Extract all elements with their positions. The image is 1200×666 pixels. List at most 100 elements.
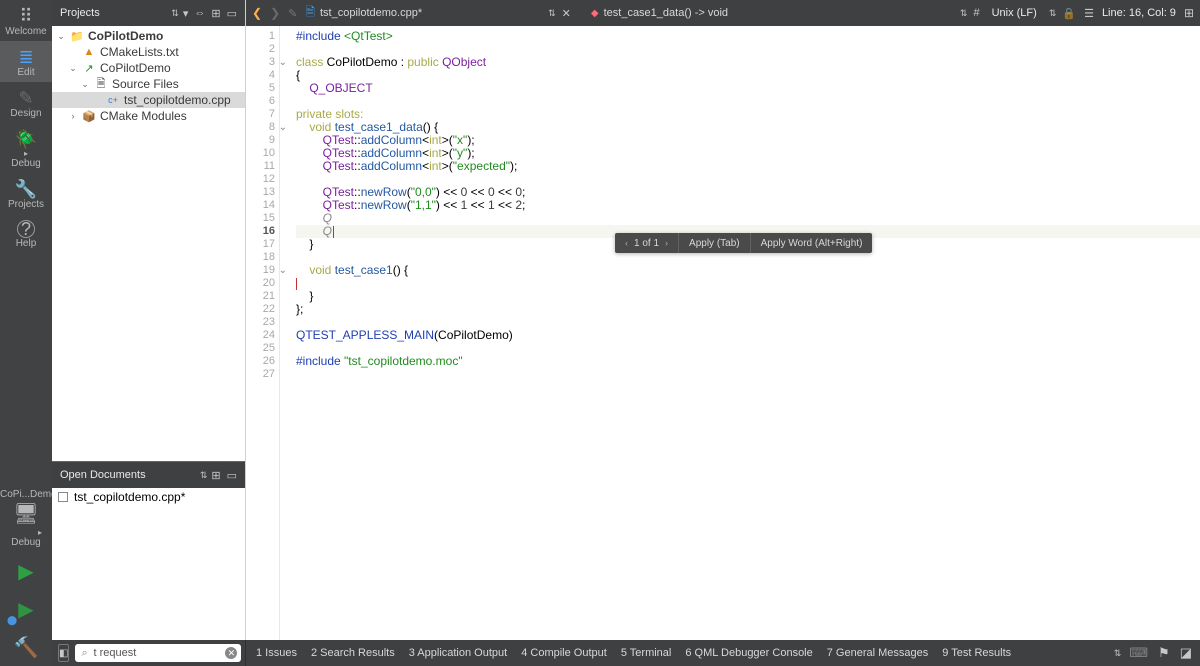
code-area[interactable]: #include <QtTest> class CoPilotDemo : pu…	[280, 26, 1200, 666]
file-selector[interactable]: 🗎 tst_copilotdemo.cpp*	[305, 3, 422, 24]
split-icon[interactable]: ⊞	[211, 469, 220, 482]
pane-selector-icon[interactable]: ⇅	[1114, 648, 1120, 659]
line-number[interactable]: 8	[246, 121, 275, 134]
line-col-indicator[interactable]: Line: 16, Col: 9	[1102, 7, 1176, 19]
line-number[interactable]: 1	[246, 30, 275, 43]
rail-sub: ▸	[0, 149, 52, 158]
line-number[interactable]: 18	[246, 251, 275, 264]
copilot-suggestion-popup: ‹1 of 1› Apply (Tab) Apply Word (Alt+Rig…	[615, 233, 872, 253]
line-number[interactable]: 19	[246, 264, 275, 277]
line-number[interactable]: 12	[246, 173, 275, 186]
close-file-button[interactable]: ✕	[562, 7, 571, 20]
line-number[interactable]: 20	[246, 277, 275, 290]
line-ending[interactable]: Unix (LF)	[988, 7, 1041, 19]
line-number[interactable]: 15	[246, 212, 275, 225]
nav-back-button[interactable]: ❮	[252, 6, 262, 20]
output-pane-tab[interactable]: 7 General Messages	[827, 647, 929, 659]
cmake-icon: ▲	[82, 46, 96, 58]
output-pane-tab[interactable]: 9 Test Results	[942, 647, 1011, 659]
rail-help[interactable]: ?Help	[0, 214, 52, 253]
output-pane-tab[interactable]: 4 Compile Output	[521, 647, 607, 659]
line-number[interactable]: 9	[246, 134, 275, 147]
next-suggestion-icon[interactable]: ›	[665, 238, 668, 248]
rail-projects[interactable]: 🔧Projects	[0, 173, 52, 214]
files-icon: 🗎	[94, 75, 108, 94]
output-pane-tab[interactable]: 1 Issues	[256, 647, 297, 659]
apply-suggestion-button[interactable]: Apply (Tab)	[679, 233, 750, 253]
toggle-right-panel-icon[interactable]: ◪	[1180, 645, 1192, 661]
outline-icon[interactable]: ☰	[1084, 7, 1094, 20]
line-number[interactable]: 7	[246, 108, 275, 121]
tree-source-files[interactable]: ⌄🗎Source Files	[52, 76, 245, 92]
filter-icon[interactable]: ▾	[183, 7, 189, 20]
run-button[interactable]: ▶	[0, 552, 52, 590]
hash-button[interactable]: #	[973, 7, 979, 19]
line-number[interactable]: 2	[246, 43, 275, 56]
editor-body[interactable]: 1234567891011121314151617181920212223242…	[246, 26, 1200, 666]
rail-debug[interactable]: 🪲 ▸Debug	[0, 123, 52, 173]
line-number[interactable]: 5	[246, 82, 275, 95]
open-doc-item[interactable]: tst_copilotdemo.cpp*	[52, 488, 245, 506]
sort-icon[interactable]: ⇅	[200, 470, 206, 481]
file-list-icon[interactable]: ⇅	[548, 8, 554, 19]
flag-icon[interactable]: ⚑	[1158, 645, 1170, 661]
line-number[interactable]: 24	[246, 329, 275, 342]
output-pane-tab[interactable]: 5 Terminal	[621, 647, 672, 659]
file-name: tst_copilotdemo.cpp*	[320, 7, 422, 19]
tree-project-root[interactable]: ⌄📁CoPilotDemo	[52, 28, 245, 44]
text-cursor	[333, 226, 334, 238]
line-number[interactable]: 25	[246, 342, 275, 355]
output-pane-tab[interactable]: 2 Search Results	[311, 647, 395, 659]
line-number[interactable]: 16	[246, 225, 275, 238]
line-number[interactable]: 13	[246, 186, 275, 199]
line-number[interactable]: 3	[246, 56, 275, 69]
line-number[interactable]: 11	[246, 160, 275, 173]
cpp-file-icon: 🗎	[305, 3, 315, 24]
tree-target[interactable]: ⌄↗CoPilotDemo	[52, 60, 245, 76]
line-number[interactable]: 10	[246, 147, 275, 160]
encoding-list-icon[interactable]: ⇅	[1049, 8, 1055, 19]
locator-input[interactable]	[75, 644, 241, 662]
kit-selector[interactable]: CoPi...Demo 🖥 ▸ Debug	[0, 485, 52, 552]
line-number[interactable]: 4	[246, 69, 275, 82]
prev-suggestion-icon[interactable]: ‹	[625, 238, 628, 248]
split-icon[interactable]: ⊞	[211, 7, 220, 20]
run-debug-button[interactable]: ▶⬤	[0, 590, 52, 628]
line-number[interactable]: 14	[246, 199, 275, 212]
link-icon[interactable]: ⇔	[194, 7, 205, 19]
keyboard-icon[interactable]: ⌨	[1129, 645, 1148, 661]
line-number[interactable]: 23	[246, 316, 275, 329]
rail-label: Welcome	[0, 26, 52, 37]
collapse-icon[interactable]: ▭	[227, 7, 237, 20]
output-pane-tab[interactable]: 6 QML Debugger Console	[685, 647, 812, 659]
symbol-selector[interactable]: ◆ test_case1_data() -> void	[591, 7, 728, 19]
help-icon: ?	[17, 220, 35, 238]
gutter[interactable]: 1234567891011121314151617181920212223242…	[246, 26, 280, 666]
line-number[interactable]: 22	[246, 303, 275, 316]
line-number[interactable]: 6	[246, 95, 275, 108]
line-number[interactable]: 26	[246, 355, 275, 368]
tree-label: Source Files	[112, 77, 179, 91]
sort-icon[interactable]: ⇅	[171, 8, 177, 19]
line-number[interactable]: 17	[246, 238, 275, 251]
symbol-list-icon[interactable]: ⇅	[960, 8, 966, 19]
line-number[interactable]: 21	[246, 290, 275, 303]
split-editor-icon[interactable]: ⊞	[1184, 6, 1194, 20]
line-number[interactable]: 27	[246, 368, 275, 381]
tree-cmake-modules[interactable]: ›📦CMake Modules	[52, 108, 245, 124]
output-pane-tab[interactable]: 3 Application Output	[409, 647, 507, 659]
write-mode-icon[interactable]: ✎	[288, 7, 297, 20]
rail-design[interactable]: ✎Design	[0, 82, 52, 123]
tree-file-tstcpp[interactable]: c+tst_copilotdemo.cpp	[52, 92, 245, 108]
apply-word-button[interactable]: Apply Word (Alt+Right)	[751, 233, 873, 253]
toggle-sidebar-button[interactable]: ◧	[58, 644, 69, 662]
tree-cmakelists[interactable]: ▲CMakeLists.txt	[52, 44, 245, 60]
rail-welcome[interactable]: ⠿Welcome	[0, 0, 52, 41]
rail-label: Help	[0, 238, 52, 249]
nav-forward-button[interactable]: ❯	[270, 6, 280, 20]
open-docs-title: Open Documents	[60, 469, 194, 481]
lock-icon[interactable]: 🔒	[1062, 7, 1076, 20]
rail-edit[interactable]: ≣Edit	[0, 41, 52, 82]
collapse-icon[interactable]: ▭	[227, 469, 237, 482]
kit-chevron-icon: ▸	[0, 528, 52, 537]
